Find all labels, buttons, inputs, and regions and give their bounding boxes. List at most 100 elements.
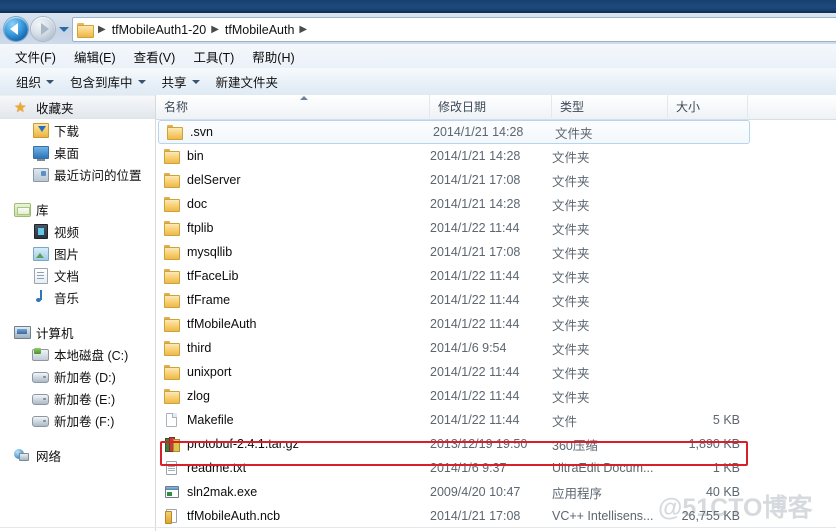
sidebar-item-drive-e[interactable]: 新加卷 (E:)	[0, 387, 155, 409]
column-header-type[interactable]: 类型	[552, 95, 668, 118]
sidebar-item-drive-c[interactable]: 本地磁盘 (C:)	[0, 343, 155, 365]
file-type-cell: 文件夹	[552, 366, 590, 381]
file-date-cell: 2014/1/22 11:44	[430, 317, 520, 331]
breadcrumb-separator-icon: ▶	[98, 24, 106, 35]
file-name-cell: ftplib	[164, 220, 213, 236]
file-list-pane: 名称 修改日期 类型 大小 .svn 2014/1/21 14:28 文件夹 b	[156, 95, 836, 531]
file-name-cell: tfMobileAuth.ncb	[164, 508, 280, 524]
menu-item-help[interactable]: 帮助(H)	[243, 45, 303, 68]
desktop-icon	[32, 144, 49, 161]
table-row[interactable]: ftplib 2014/1/22 11:44 文件夹	[156, 216, 836, 240]
file-size-cell: 40 KB	[705, 485, 740, 499]
forward-button[interactable]	[31, 17, 55, 41]
file-date-cell: 2014/1/22 11:44	[430, 293, 520, 307]
share-button[interactable]: 共享	[154, 69, 208, 94]
sidebar-item-network[interactable]: 网络	[0, 444, 155, 466]
sidebar-item-documents[interactable]: 文档	[0, 264, 155, 286]
file-type-cell: UltraEdit Docum...	[552, 461, 654, 475]
file-name: tfMobileAuth	[187, 317, 257, 331]
table-row[interactable]: .svn 2014/1/21 14:28 文件夹	[158, 120, 750, 144]
include-in-library-button[interactable]: 包含到库中	[62, 69, 154, 94]
file-name: delServer	[187, 173, 241, 187]
sidebar-item-computer[interactable]: 计算机	[0, 321, 155, 343]
menu-item-edit[interactable]: 编辑(E)	[65, 45, 125, 68]
table-row[interactable]: zlog 2014/1/22 11:44 文件夹	[156, 384, 836, 408]
sidebar-item-libraries[interactable]: 库	[0, 198, 155, 220]
breadcrumb-item-1[interactable]: tfMobileAuth	[223, 23, 296, 37]
breadcrumb-item-0[interactable]: tfMobileAuth1-20	[110, 23, 209, 37]
sidebar-item-favorites[interactable]: ★ 收藏夹	[0, 95, 155, 119]
file-name: doc	[187, 197, 208, 211]
table-row[interactable]: Makefile 2014/1/22 11:44 文件 5 KB	[156, 408, 836, 432]
recent-locations-dropdown-icon[interactable]	[59, 27, 69, 32]
sidebar-item-downloads[interactable]: 下载	[0, 119, 155, 141]
include-in-library-label: 包含到库中	[70, 76, 133, 90]
file-type-cell: 文件夹	[552, 150, 590, 165]
file-name-cell: Makefile	[164, 412, 234, 428]
breadcrumb-separator-icon: ▶	[299, 24, 308, 35]
new-folder-button[interactable]: 新建文件夹	[208, 69, 287, 94]
explorer-window: ▶ tfMobileAuth1-20 ▶ tfMobileAuth ▶ 文件(F…	[0, 0, 836, 531]
menu-item-tools[interactable]: 工具(T)	[184, 45, 243, 68]
video-icon	[32, 223, 48, 239]
address-bar[interactable]: ▶ tfMobileAuth1-20 ▶ tfMobileAuth ▶	[72, 17, 836, 42]
file-date-cell: 2009/4/20 10:47	[430, 485, 521, 499]
column-header-date-modified[interactable]: 修改日期	[430, 95, 552, 118]
sidebar-label-desktop: 桌面	[54, 146, 80, 161]
folder-icon	[164, 388, 180, 404]
recent-places-icon	[32, 166, 49, 182]
menu-item-file[interactable]: 文件(F)	[6, 45, 65, 68]
table-row[interactable]: doc 2014/1/21 14:28 文件夹	[156, 192, 836, 216]
folder-icon	[167, 124, 183, 140]
table-row[interactable]: tfFrame 2014/1/22 11:44 文件夹	[156, 288, 836, 312]
computer-icon	[14, 324, 31, 340]
table-row[interactable]: third 2014/1/6 9:54 文件夹	[156, 336, 836, 360]
file-date-cell: 2014/1/22 11:44	[430, 269, 520, 283]
organize-button[interactable]: 组织	[8, 69, 62, 94]
table-row[interactable]: tfMobileAuth.ncb 2014/1/21 17:08 VC++ In…	[156, 504, 836, 528]
file-name: third	[187, 341, 212, 355]
file-name: readme.txt	[187, 461, 247, 475]
sidebar-item-desktop[interactable]: 桌面	[0, 141, 155, 163]
chevron-down-icon	[46, 79, 55, 84]
table-row[interactable]: readme.txt 2014/1/6 9:37 UltraEdit Docum…	[156, 456, 836, 480]
organize-label: 组织	[16, 76, 42, 90]
table-row[interactable]: tfFaceLib 2014/1/22 11:44 文件夹	[156, 264, 836, 288]
file-name-cell: protobuf-2.4.1.tar.gz	[164, 436, 299, 452]
file-type-cell: VC++ Intellisens...	[552, 509, 654, 523]
table-row[interactable]: mysqllib 2014/1/21 17:08 文件夹	[156, 240, 836, 264]
back-button[interactable]	[4, 17, 28, 41]
file-size-cell: 5 KB	[712, 413, 740, 427]
file-name-cell: readme.txt	[164, 460, 246, 476]
sidebar-item-drive-d[interactable]: 新加卷 (D:)	[0, 365, 155, 387]
table-row[interactable]: tfMobileAuth 2014/1/22 11:44 文件夹	[156, 312, 836, 336]
table-row[interactable]: protobuf-2.4.1.tar.gz 2013/12/19 19:50 3…	[156, 432, 836, 456]
menu-item-view[interactable]: 查看(V)	[125, 45, 185, 68]
file-date-cell: 2014/1/22 11:44	[430, 365, 520, 379]
sidebar-label-music: 音乐	[54, 291, 80, 306]
file-name: .svn	[190, 125, 213, 139]
sidebar-item-pictures[interactable]: 图片	[0, 242, 155, 264]
star-icon: ★	[14, 99, 27, 115]
table-row[interactable]: sln2mak.exe 2009/4/20 10:47 应用程序 40 KB	[156, 480, 836, 504]
file-type-cell: 文件夹	[552, 222, 590, 237]
file-type-cell: 文件夹	[552, 342, 590, 357]
file-size-cell: 1,890 KB	[688, 437, 740, 451]
file-date-cell: 2013/12/19 19:50	[430, 437, 528, 451]
sidebar-item-music[interactable]: 音乐	[0, 286, 155, 308]
sidebar-item-recent-places[interactable]: 最近访问的位置	[0, 163, 155, 185]
breadcrumb-separator-icon: ▶	[211, 24, 219, 35]
table-row[interactable]: bin 2014/1/21 14:28 文件夹	[156, 144, 836, 168]
sidebar-group-favorites: ★ 收藏夹 下载 桌面 最近访问的位置	[0, 95, 155, 185]
sidebar-label-favorites: 收藏夹	[36, 101, 74, 116]
table-row[interactable]: unixport 2014/1/22 11:44 文件夹	[156, 360, 836, 384]
column-header-size[interactable]: 大小	[668, 95, 748, 118]
library-icon	[14, 201, 31, 217]
folder-icon	[77, 22, 94, 38]
table-row[interactable]: delServer 2014/1/21 17:08 文件夹	[156, 168, 836, 192]
sidebar-item-videos[interactable]: 视频	[0, 220, 155, 242]
column-header-name[interactable]: 名称	[156, 95, 430, 118]
folder-icon	[164, 172, 180, 188]
file-date-cell: 2014/1/21 14:28	[430, 197, 521, 211]
sidebar-item-drive-f[interactable]: 新加卷 (F:)	[0, 409, 155, 431]
